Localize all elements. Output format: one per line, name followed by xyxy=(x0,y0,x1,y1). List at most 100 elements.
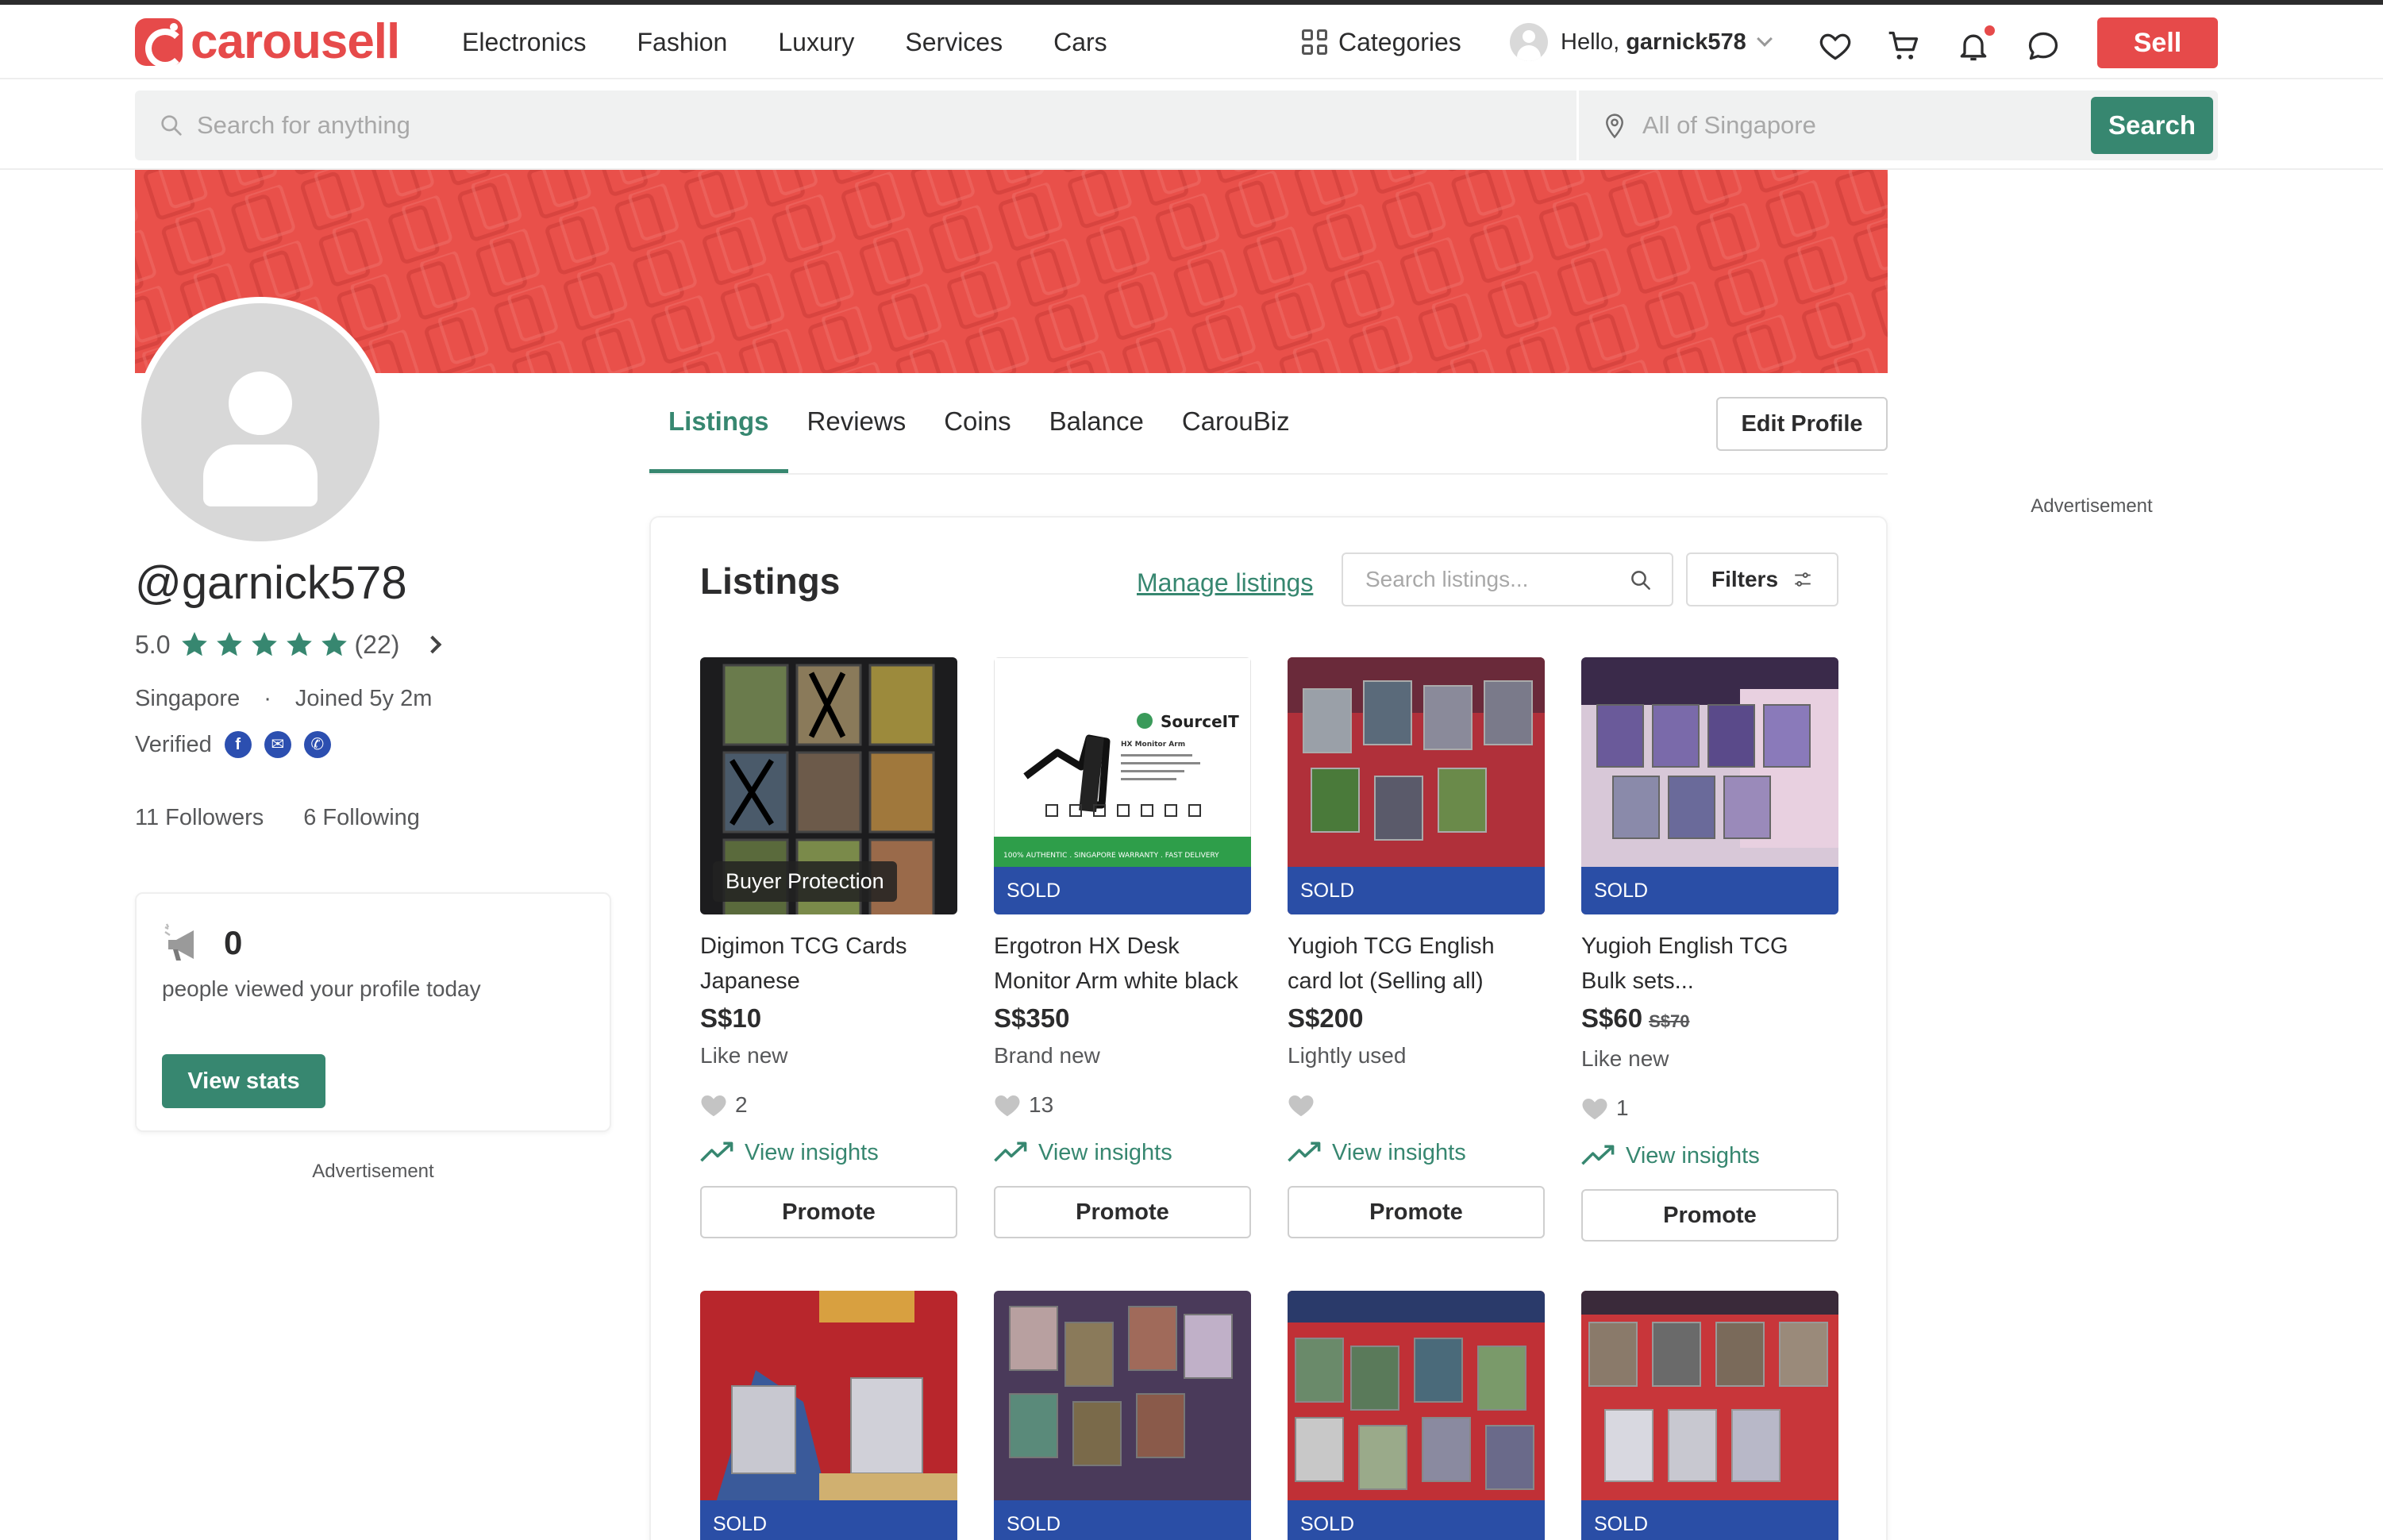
location-input[interactable]: All of Singapore xyxy=(1576,90,2085,160)
listing-title[interactable]: Ergotron HX Desk Monitor Arm white black xyxy=(994,929,1251,999)
notification-dot xyxy=(1985,25,1995,36)
view-insights-link[interactable]: View insights xyxy=(700,1137,957,1168)
filters-button[interactable]: Filters xyxy=(1686,552,1838,606)
search-icon xyxy=(1631,571,1650,590)
user-menu[interactable]: Hello, garnick578 xyxy=(1510,22,1773,62)
listing-image[interactable]: SOLD xyxy=(1581,1291,1838,1540)
star-icon xyxy=(217,632,243,656)
nav-electronics[interactable]: Electronics xyxy=(462,24,587,60)
promote-button[interactable]: Promote xyxy=(1581,1189,1838,1242)
listing-image[interactable]: SOLD xyxy=(700,1291,957,1540)
location-pin-icon xyxy=(1606,114,1623,139)
cart-icon[interactable] xyxy=(1886,29,1921,64)
edit-profile-button[interactable]: Edit Profile xyxy=(1716,397,1888,451)
view-insights-link[interactable]: View insights xyxy=(994,1137,1251,1168)
listing-condition: Brand new xyxy=(994,1043,1100,1068)
listing-likes[interactable]: 2 xyxy=(700,1089,957,1121)
listing-card[interactable]: SOLD Yugioh English TCG Bulk sets... S$6… xyxy=(1581,657,1838,1242)
chevron-down-icon xyxy=(1756,31,1773,47)
heart-icon xyxy=(1288,1095,1314,1117)
following-link[interactable]: 6 Following xyxy=(303,802,420,834)
star-icon xyxy=(321,632,348,656)
heart-icon xyxy=(995,1095,1020,1117)
svg-text:HX Monitor Arm: HX Monitor Arm xyxy=(1121,741,1185,749)
search-button[interactable]: Search xyxy=(2091,97,2213,154)
trending-up-icon xyxy=(1581,1145,1615,1165)
verified-row: Verified f ✉ ✆ xyxy=(135,729,331,760)
phone-icon: ✆ xyxy=(303,731,331,758)
listing-card[interactable]: SOLD xyxy=(994,1291,1251,1540)
profile-views-count: 0 xyxy=(224,924,243,961)
listing-card[interactable]: SOLD xyxy=(1288,1291,1545,1540)
listing-title[interactable]: Yugioh English TCG Bulk sets... xyxy=(1581,929,1838,999)
listing-card[interactable]: SOLD xyxy=(700,1291,957,1540)
chat-icon[interactable] xyxy=(2026,29,2061,64)
sell-button[interactable]: Sell xyxy=(2097,17,2218,68)
listing-likes[interactable] xyxy=(1288,1089,1545,1121)
promote-button[interactable]: Promote xyxy=(700,1186,957,1238)
promote-button[interactable]: Promote xyxy=(1288,1186,1545,1238)
search-bar: Search for anything All of Singapore Sea… xyxy=(135,90,2218,160)
view-stats-button[interactable]: View stats xyxy=(162,1054,325,1108)
listing-image[interactable]: SOLD xyxy=(994,1291,1251,1540)
sold-badge: SOLD xyxy=(1288,1500,1545,1540)
followers-link[interactable]: 11 Followers xyxy=(135,802,264,834)
tab-balance[interactable]: Balance xyxy=(1030,402,1163,473)
trending-up-icon xyxy=(994,1142,1027,1162)
search-input[interactable]: Search for anything xyxy=(135,90,1573,160)
manage-listings-link[interactable]: Manage listings xyxy=(1137,565,1313,600)
listing-card[interactable]: SOLD xyxy=(1581,1291,1838,1540)
nav-cars[interactable]: Cars xyxy=(1053,24,1107,60)
buyer-protection-badge: Buyer Protection xyxy=(713,861,897,902)
likes-count: 2 xyxy=(735,1092,748,1117)
listing-card[interactable]: SOLD Yugioh TCG English card lot (Sellin… xyxy=(1288,657,1545,1238)
advertisement-label: Advertisement xyxy=(2031,495,2153,517)
location-placeholder: All of Singapore xyxy=(1642,111,1816,139)
email-icon: ✉ xyxy=(264,731,291,758)
profile-username: @garnick578 xyxy=(135,557,407,609)
tab-coins[interactable]: Coins xyxy=(925,402,1030,473)
category-nav: Electronics Fashion Luxury Services Cars xyxy=(462,24,1107,60)
listing-card[interactable]: SourceIT HX Monitor Arm 100% AUTHENTIC .… xyxy=(994,657,1251,1238)
likes-count: 13 xyxy=(1029,1092,1054,1117)
listing-title[interactable]: Digimon TCG Cards Japanese xyxy=(700,929,957,999)
nav-fashion[interactable]: Fashion xyxy=(637,24,728,60)
nav-services[interactable]: Services xyxy=(905,24,1003,60)
facebook-icon: f xyxy=(224,731,252,758)
categories-menu[interactable]: Categories xyxy=(1302,24,1461,60)
sold-badge: SOLD xyxy=(1288,867,1545,914)
tab-reviews[interactable]: Reviews xyxy=(788,402,926,473)
megaphone-icon xyxy=(164,923,194,961)
rating-summary[interactable]: 5.0 (22) xyxy=(135,627,442,662)
listing-card[interactable]: Buyer Protection Digimon TCG Cards Japan… xyxy=(700,657,957,1238)
view-insights-link[interactable]: View insights xyxy=(1581,1140,1838,1172)
search-listings-input[interactable]: Search listings... xyxy=(1342,552,1673,606)
rating-value: 5.0 xyxy=(135,630,171,659)
heart-icon xyxy=(1582,1098,1607,1120)
star-icon xyxy=(287,632,313,656)
search-icon xyxy=(161,115,182,136)
listing-likes[interactable]: 1 xyxy=(1581,1092,1838,1124)
heart-icon[interactable] xyxy=(1818,29,1853,64)
listing-image[interactable]: SOLD xyxy=(1288,657,1545,914)
promote-button[interactable]: Promote xyxy=(994,1186,1251,1238)
view-insights-link[interactable]: View insights xyxy=(1288,1137,1545,1168)
carousell-logo-icon xyxy=(135,18,185,68)
listing-image[interactable]: Buyer Protection xyxy=(700,657,957,914)
search-placeholder: Search for anything xyxy=(197,111,410,139)
svg-text:SourceIT: SourceIT xyxy=(1161,712,1239,731)
carousell-logo[interactable]: carousell xyxy=(135,17,400,68)
profile-avatar[interactable] xyxy=(135,297,386,548)
listing-title[interactable]: Yugioh TCG English card lot (Selling all… xyxy=(1288,929,1545,999)
listing-price: S$10 xyxy=(700,1003,762,1033)
sliders-icon xyxy=(1795,572,1811,587)
tab-caroubiz[interactable]: CarouBiz xyxy=(1163,402,1309,473)
listing-image[interactable]: SOLD xyxy=(1288,1291,1545,1540)
listing-image[interactable]: SourceIT HX Monitor Arm 100% AUTHENTIC .… xyxy=(994,657,1251,914)
listing-image[interactable]: SOLD xyxy=(1581,657,1838,914)
profile-joined: Joined 5y 2m xyxy=(295,686,433,711)
nav-luxury[interactable]: Luxury xyxy=(778,24,854,60)
listing-likes[interactable]: 13 xyxy=(994,1089,1251,1121)
review-count: (22) xyxy=(354,630,400,659)
tab-listings[interactable]: Listings xyxy=(649,402,788,473)
